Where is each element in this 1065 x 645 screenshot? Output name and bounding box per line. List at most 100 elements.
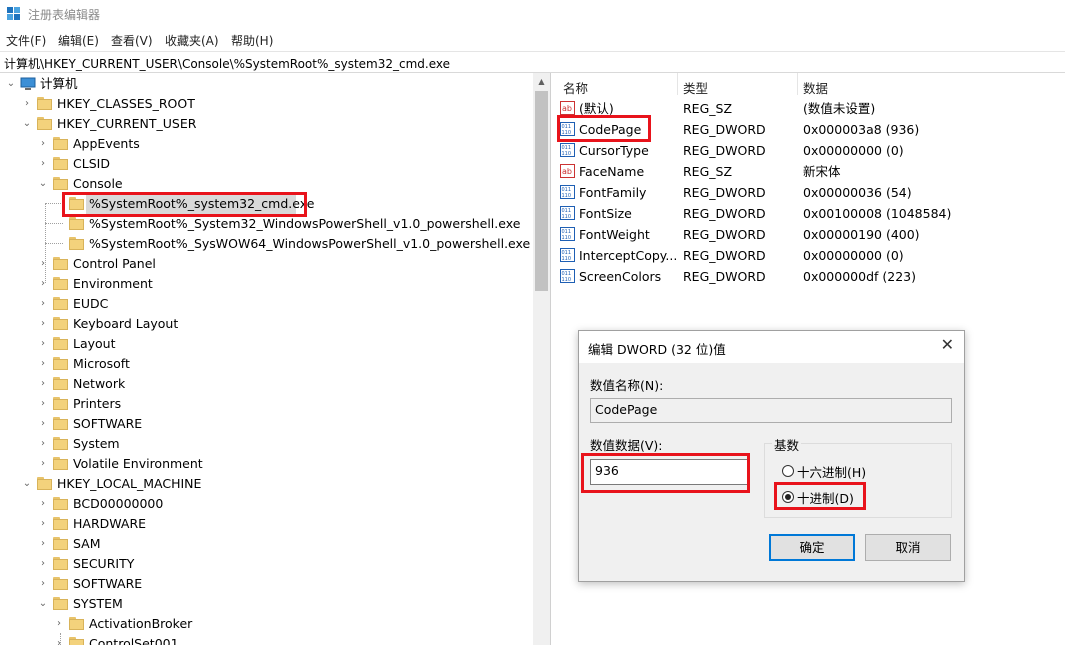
chevron-right-icon[interactable]: › — [38, 254, 48, 274]
value-data: 0x00000036 (54) — [803, 185, 912, 200]
address-bar[interactable]: 计算机\HKEY_CURRENT_USER\Console\%SystemRoo… — [0, 51, 1065, 73]
folder-icon — [53, 537, 68, 550]
chevron-right-icon[interactable]: › — [54, 614, 64, 634]
tree-scrollbar[interactable]: ▲ — [533, 73, 550, 645]
value-type: REG_SZ — [683, 164, 733, 179]
chevron-right-icon[interactable]: › — [22, 94, 32, 114]
column-separator[interactable] — [797, 73, 798, 95]
menu-view[interactable]: 查看(V) — [111, 32, 153, 49]
value-row[interactable]: 011 110 CursorType REG_DWORD 0x00000000 (0) — [557, 140, 1065, 161]
chevron-right-icon[interactable]: › — [38, 294, 48, 314]
tree-pane[interactable]: ⌄ 计算机 › HKEY_CLASSES_ROOT ⌄ HKEY_CURRENT… — [0, 73, 551, 645]
value-name: InterceptCopy... — [579, 248, 678, 263]
window-title: 注册表编辑器 — [28, 8, 101, 22]
folder-icon — [53, 297, 68, 310]
chevron-right-icon[interactable]: › — [38, 134, 48, 154]
tree-label: CLSID — [73, 156, 110, 171]
tree-label: AppEvents — [73, 136, 140, 151]
cancel-button[interactable]: 取消 — [865, 534, 951, 561]
value-name: CursorType — [579, 143, 649, 158]
folder-icon — [69, 217, 84, 230]
value-row[interactable]: 011 110 InterceptCopy... REG_DWORD 0x0000000… — [557, 245, 1065, 266]
value-type: REG_DWORD — [683, 269, 766, 284]
column-header-data[interactable]: 数据 — [803, 78, 828, 97]
chevron-right-icon[interactable]: › — [38, 394, 48, 414]
chevron-right-icon[interactable]: › — [38, 534, 48, 554]
scroll-thumb[interactable] — [535, 91, 548, 291]
chevron-down-icon[interactable]: ⌄ — [38, 594, 48, 614]
base-label: 基数 — [772, 435, 802, 454]
value-row[interactable]: ab FaceName REG_SZ 新宋体 — [557, 161, 1065, 182]
folder-icon — [69, 237, 84, 250]
value-row[interactable]: 011 110 ScreenColors REG_DWORD 0x000000df (2… — [557, 266, 1065, 287]
chevron-right-icon[interactable]: › — [38, 154, 48, 174]
svg-text:110: 110 — [562, 193, 572, 199]
folder-icon — [37, 477, 52, 490]
svg-text:ab: ab — [562, 104, 572, 113]
tree-label: HKEY_CLASSES_ROOT — [57, 96, 195, 111]
chevron-right-icon[interactable]: › — [54, 634, 64, 645]
value-row[interactable]: 011 110 FontSize REG_DWORD 0x00100008 (10485… — [557, 203, 1065, 224]
column-header-type[interactable]: 类型 — [683, 78, 708, 97]
chevron-right-icon[interactable]: › — [38, 314, 48, 334]
radio-hex-label[interactable]: 十六进制(H) — [797, 462, 866, 481]
chevron-down-icon[interactable]: ⌄ — [38, 174, 48, 194]
value-data: 0x00000000 (0) — [803, 248, 904, 263]
folder-icon — [53, 137, 68, 150]
tree-connector — [45, 203, 63, 204]
radio-button[interactable] — [782, 465, 794, 477]
value-type: REG_DWORD — [683, 185, 766, 200]
chevron-down-icon[interactable]: ⌄ — [22, 474, 32, 494]
chevron-right-icon[interactable]: › — [38, 454, 48, 474]
chevron-right-icon[interactable]: › — [38, 274, 48, 294]
value-data: 0x00100008 (1048584) — [803, 206, 952, 221]
ok-button[interactable]: 确定 — [769, 534, 855, 561]
svg-text:110: 110 — [562, 256, 572, 262]
chevron-right-icon[interactable]: › — [38, 574, 48, 594]
chevron-right-icon[interactable]: › — [38, 334, 48, 354]
tree-label: Network — [73, 376, 126, 391]
chevron-right-icon[interactable]: › — [38, 414, 48, 434]
value-name: FontFamily — [579, 185, 647, 200]
menu-help[interactable]: 帮助(H) — [231, 32, 273, 49]
chevron-right-icon[interactable]: › — [38, 374, 48, 394]
annotation-box — [557, 115, 651, 142]
value-row[interactable]: 011 110 FontFamily REG_DWORD 0x00000036 (54) — [557, 182, 1065, 203]
chevron-right-icon[interactable]: › — [38, 434, 48, 454]
dialog-title: 编辑 DWORD (32 位)值 — [588, 342, 726, 357]
value-data: (数值未设置) — [803, 101, 876, 116]
tree-label: ActivationBroker — [89, 616, 193, 631]
value-row[interactable]: 011 110 FontWeight REG_DWORD 0x00000190 (400… — [557, 224, 1065, 245]
folder-icon — [69, 617, 84, 630]
tree-label: SOFTWARE — [73, 416, 143, 431]
chevron-right-icon[interactable]: › — [38, 554, 48, 574]
value-name: FontWeight — [579, 227, 650, 242]
chevron-right-icon[interactable]: › — [38, 494, 48, 514]
column-header-name[interactable]: 名称 — [563, 78, 588, 97]
string-value-icon: ab — [560, 164, 575, 178]
chevron-right-icon[interactable]: › — [38, 514, 48, 534]
folder-icon — [53, 497, 68, 510]
menu-file[interactable]: 文件(F) — [6, 32, 46, 49]
address-path[interactable]: 计算机\HKEY_CURRENT_USER\Console\%SystemRoo… — [4, 55, 450, 72]
tree-connector — [45, 243, 63, 244]
tree-label: EUDC — [73, 296, 109, 311]
folder-icon — [53, 257, 68, 270]
column-separator[interactable] — [677, 73, 678, 95]
tree-label: SAM — [73, 536, 101, 551]
annotation-box — [581, 453, 750, 493]
chevron-down-icon[interactable]: ⌄ — [22, 114, 32, 134]
close-icon[interactable]: ✕ — [941, 335, 954, 354]
value-name: ScreenColors — [579, 269, 662, 284]
chevron-down-icon[interactable]: ⌄ — [6, 74, 16, 94]
folder-icon — [53, 317, 68, 330]
folder-icon — [53, 377, 68, 390]
menu-bar: 文件(F) 编辑(E) 查看(V) 收藏夹(A) 帮助(H) — [0, 30, 1065, 50]
menu-favorites[interactable]: 收藏夹(A) — [165, 32, 219, 49]
folder-icon — [37, 97, 52, 110]
scroll-up-icon[interactable]: ▲ — [533, 73, 550, 90]
folder-icon — [53, 437, 68, 450]
menu-edit[interactable]: 编辑(E) — [58, 32, 99, 49]
value-type: REG_DWORD — [683, 227, 766, 242]
chevron-right-icon[interactable]: › — [38, 354, 48, 374]
